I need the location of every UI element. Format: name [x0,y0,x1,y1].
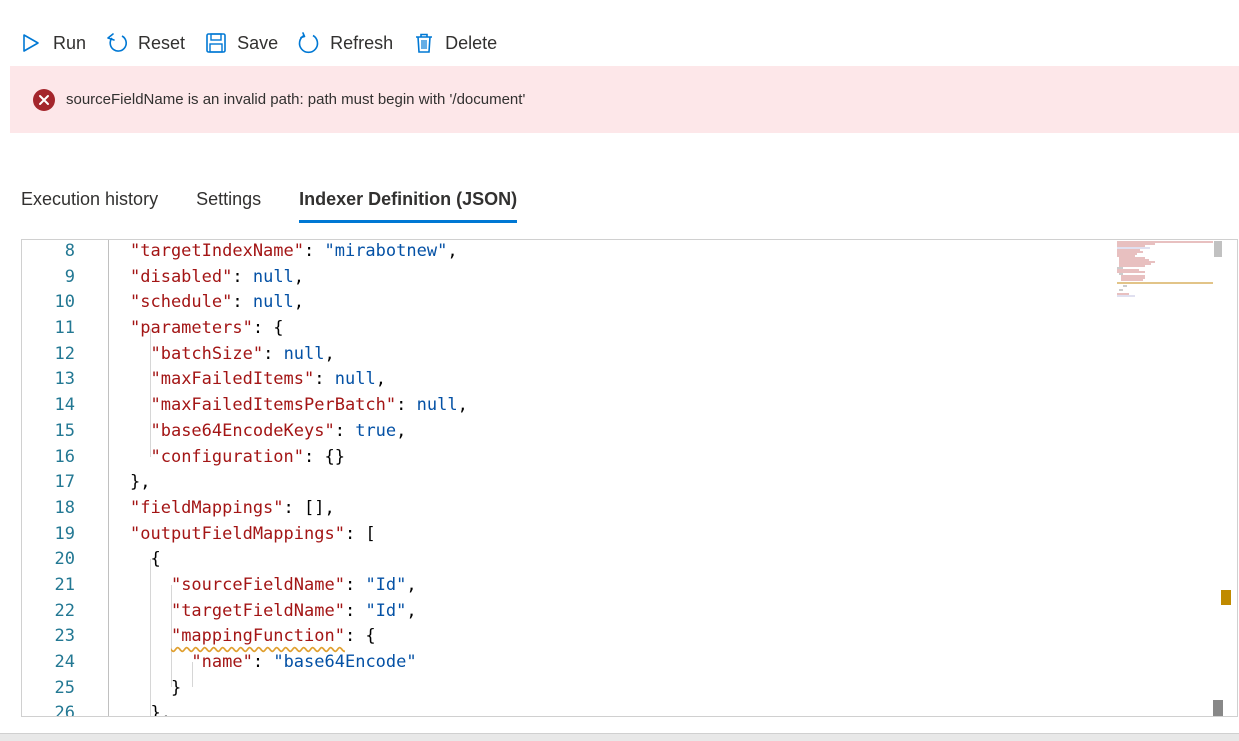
code-line: 19 "outputFieldMappings": [ [22,522,1102,548]
code-line: 21 "sourceFieldName": "Id", [22,573,1102,599]
line-number: 8 [64,241,75,261]
json-value: true [355,420,397,441]
run-label: Run [53,32,87,53]
scrollbar-thumb[interactable] [1214,241,1222,257]
bottom-border [0,733,1239,741]
editor-minimap[interactable] [1115,240,1215,310]
json-key: "sourceFieldName" [170,574,345,595]
tab-bar: Execution history Settings Indexer Defin… [21,184,555,224]
json-key: "parameters" [130,318,253,339]
reset-button[interactable]: Reset [106,24,185,62]
code-line: 17}, [22,470,1102,496]
json-value: null [334,369,376,390]
line-number: 26 [54,703,75,717]
line-number: 18 [54,497,75,518]
json-key: "targetFieldName" [170,600,345,621]
tab-execution-history[interactable]: Execution history [21,184,158,224]
code-line: 20 { [22,547,1102,573]
json-value: null [252,266,294,287]
refresh-icon [298,32,320,54]
code-line: 12 "batchSize": null, [22,342,1102,368]
line-number: 20 [54,549,75,570]
code-line: 11 "parameters": { [22,316,1102,342]
line-number: 25 [54,677,75,698]
play-icon [20,32,42,54]
json-key: "maxFailedItemsPerBatch" [150,395,397,416]
code-line: 13 "maxFailedItems": null, [22,367,1102,393]
save-button[interactable]: Save [205,24,278,62]
code-line: 8 "targetIndexName": "mirabotnew", [22,240,1102,265]
error-banner: sourceFieldName is an invalid path: path… [10,66,1239,133]
save-icon [205,32,227,54]
line-number: 10 [54,292,75,313]
line-number: 16 [54,446,75,467]
json-value: null [283,343,325,364]
code-line: 24 "name": "base64Encode" [22,650,1102,676]
line-number: 23 [54,626,75,647]
refresh-label: Refresh [330,32,394,53]
code-line: 16 "configuration": {} [22,445,1102,471]
json-value: "Id" [365,574,407,595]
tab-settings[interactable]: Settings [196,184,261,224]
json-value: null [416,395,458,416]
line-number: 15 [54,420,75,441]
json-key: "targetIndexName" [130,241,304,261]
command-toolbar: Run Reset Save Refresh Delete [0,24,517,62]
tab-indexer-definition[interactable]: Indexer Definition (JSON) [299,184,518,224]
line-number: 12 [54,343,75,364]
run-button[interactable]: Run [20,24,86,62]
save-label: Save [237,32,279,53]
code-line: 14 "maxFailedItemsPerBatch": null, [22,393,1102,419]
code-line: 10 "schedule": null, [22,290,1102,316]
reset-label: Reset [138,32,186,53]
json-key: "batchSize" [150,343,264,364]
line-number: 24 [54,652,75,672]
line-number: 19 [54,523,75,544]
code-line: 23 "mappingFunction": { [22,624,1102,650]
json-key: "maxFailedItems" [150,369,315,390]
json-editor[interactable]: 8 "targetIndexName": "mirabotnew", 9 "disa… [21,239,1238,717]
scrollbar-bottom[interactable] [1213,700,1223,716]
line-number: 13 [54,369,75,390]
warning-marker [1221,590,1231,605]
json-key: "outputFieldMappings" [130,523,345,544]
delete-icon [413,32,435,54]
error-icon [33,88,55,111]
line-number: 22 [54,600,75,621]
code-line: 18 "fieldMappings": [], [22,496,1102,522]
refresh-button[interactable]: Refresh [298,24,393,62]
json-key: "fieldMappings" [130,497,284,518]
code-line: 26 }, [22,701,1102,717]
error-message: sourceFieldName is an invalid path: path… [66,91,526,108]
code-lines: 8 "targetIndexName": "mirabotnew", 9 "disa… [22,240,1102,717]
json-key: "schedule" [130,292,233,313]
delete-button[interactable]: Delete [413,24,497,62]
json-value: null [252,292,294,313]
line-number: 14 [54,395,75,416]
code-line: 15 "base64EncodeKeys": true, [22,419,1102,445]
line-number: 21 [54,574,75,595]
json-key: "name" [191,652,253,672]
line-number: 11 [54,318,75,339]
json-key: "base64EncodeKeys" [150,420,335,441]
vertical-scrollbar[interactable] [1213,240,1223,716]
json-value: "Id" [365,600,407,621]
line-number: 9 [64,266,75,287]
json-key: "configuration" [150,446,305,467]
code-line: 9 "disabled": null, [22,265,1102,291]
code-line: 22 "targetFieldName": "Id", [22,599,1102,625]
reset-icon [106,32,128,54]
json-value: "base64Encode" [273,652,417,672]
code-line: 25 } [22,676,1102,702]
json-key-warning[interactable]: "mappingFunction" [171,626,345,646]
line-number: 17 [54,472,75,493]
json-key: "disabled" [130,266,233,287]
delete-label: Delete [445,32,498,53]
json-value: "mirabotnew" [324,241,448,261]
